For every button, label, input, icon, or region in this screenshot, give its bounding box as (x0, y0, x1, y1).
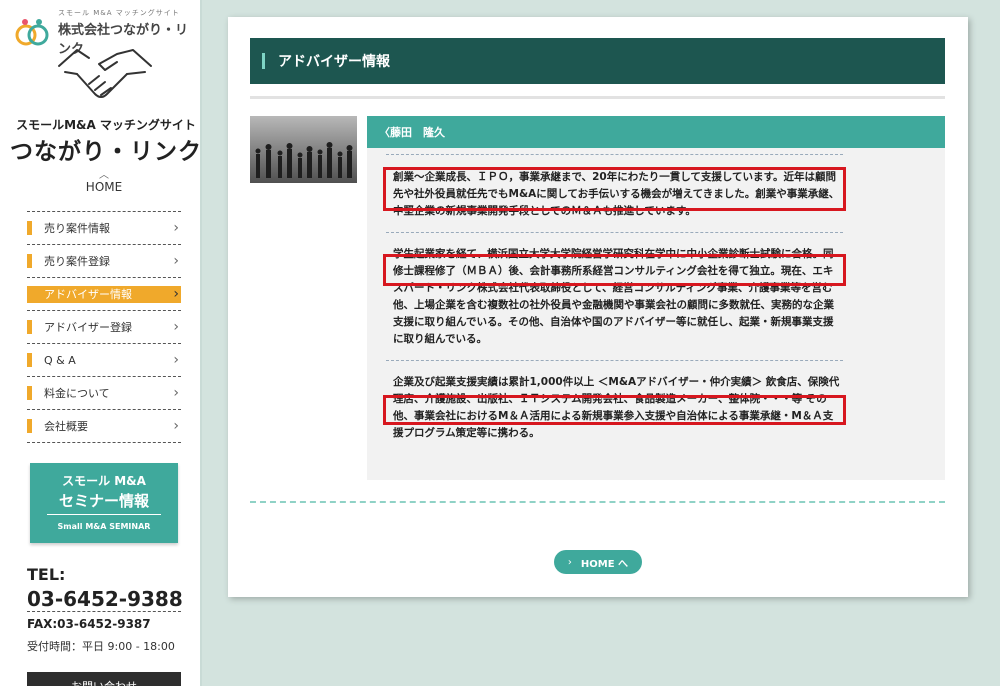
page-title: アドバイザー情報 (278, 54, 390, 70)
sidebar: スモール M&A マッチングサイト 株式会社つながり・リンク スモールM&A マ… (0, 0, 202, 686)
site-title: つながり・リンク (10, 139, 202, 165)
profile-paragraph: 企業及び起業支援実績は累計1,000件以上 ＜M&Aアドバイザー・仲介実績＞ 飲… (386, 360, 843, 454)
handshake-icon (55, 44, 155, 106)
sidebar-item-label: アドバイザー情報 (44, 288, 132, 301)
seminar-line-1: スモール M&A (62, 474, 146, 488)
sidebar-item-label: アドバイザー登録 (44, 321, 132, 334)
page-header: アドバイザー情報 (250, 38, 945, 84)
caret-up-icon: ︿ (99, 170, 109, 181)
chevron-right-icon: › (173, 319, 179, 335)
nav-marker (27, 419, 32, 433)
fax-number: FAX:03-6452-9387 (27, 617, 151, 631)
divider (250, 96, 945, 99)
advisor-name[interactable]: 〈藤田 隆久 (367, 116, 945, 148)
chevron-right-icon: › (173, 253, 179, 269)
sidebar-item-label: 売り案件情報 (44, 222, 110, 235)
main-card: アドバイザー情報 〈藤田 隆久 創業～企業成長、ＩＰＯ，事業承継まで、20年にわ… (228, 17, 968, 597)
sidebar-item-pricing[interactable]: 料金について › (27, 377, 181, 410)
home-button[interactable]: › HOME へ (554, 550, 642, 574)
seminar-divider (47, 514, 161, 515)
sidebar-item-sell-register[interactable]: 売り案件登録 › (27, 245, 181, 278)
divider (250, 501, 945, 503)
sidebar-item-advisor-register[interactable]: アドバイザー登録 › (27, 311, 181, 344)
home-button-label: HOME へ (580, 558, 629, 570)
tel-number[interactable]: 03-6452-9388 (27, 587, 183, 611)
tel-label: TEL: (27, 565, 66, 584)
chevron-right-icon: › (173, 418, 179, 434)
nav-marker (27, 386, 32, 400)
seminar-line-2: セミナー情報 (58, 492, 149, 510)
chevron-right-icon: › (173, 385, 179, 401)
chevron-right-icon: › (173, 286, 179, 302)
nav-marker (27, 353, 32, 367)
sidebar-item-sell-listings[interactable]: 売り案件情報 › (27, 212, 181, 245)
brand-tagline: スモール M&A マッチングサイト (58, 9, 180, 17)
nav-marker (27, 254, 32, 268)
site-subtitle: スモールM&A マッチングサイト (16, 118, 196, 132)
divider (27, 611, 181, 612)
logo-icon (14, 17, 50, 49)
sidebar-item-qa[interactable]: Q & A › (27, 344, 181, 377)
chevron-right-icon: › (173, 220, 179, 236)
sidebar-item-company[interactable]: 会社概要 › (27, 410, 181, 443)
sidebar-item-label: 料金について (44, 387, 110, 400)
sidebar-item-label: 会社概要 (44, 420, 88, 433)
seminar-banner[interactable]: スモール M&A セミナー情報 Small M&A SEMINAR (30, 463, 178, 543)
nav-marker (27, 221, 32, 235)
sidebar-nav: 売り案件情報 › 売り案件登録 › アドバイザー情報 › アドバイザー登録 › … (27, 211, 181, 443)
nav-marker (27, 320, 32, 334)
sidebar-item-label: 売り案件登録 (44, 255, 110, 268)
header-accent (262, 53, 265, 69)
business-hours: 受付時間：平日 9:00 - 18:00 (27, 640, 175, 653)
contact-button[interactable]: お問い合わせ (27, 672, 181, 686)
active-highlight: アドバイザー情報 (27, 285, 181, 303)
profile-paragraph: 創業～企業成長、ＩＰＯ，事業承継まで、20年にわたり一貫して支援しています。近年… (386, 154, 843, 232)
home-link-label: HOME (85, 180, 123, 194)
chevron-right-icon: › (567, 556, 572, 568)
sidebar-item-advisor-info[interactable]: アドバイザー情報 › (27, 278, 181, 311)
seminar-line-3: Small M&A SEMINAR (57, 522, 151, 531)
home-link[interactable]: ︿ HOME (0, 170, 208, 195)
profile-paragraph: 学生起業家を経て、横浜国立大学大学院経営学研究科在学中に中小企業診断士試験に合格… (386, 232, 843, 360)
advisor-photo (250, 116, 357, 183)
advisor-profile: 〈藤田 隆久 創業～企業成長、ＩＰＯ，事業承継まで、20年にわたり一貫して支援し… (367, 116, 945, 480)
chevron-right-icon: › (173, 352, 179, 368)
sidebar-item-label: Q & A (44, 353, 76, 367)
